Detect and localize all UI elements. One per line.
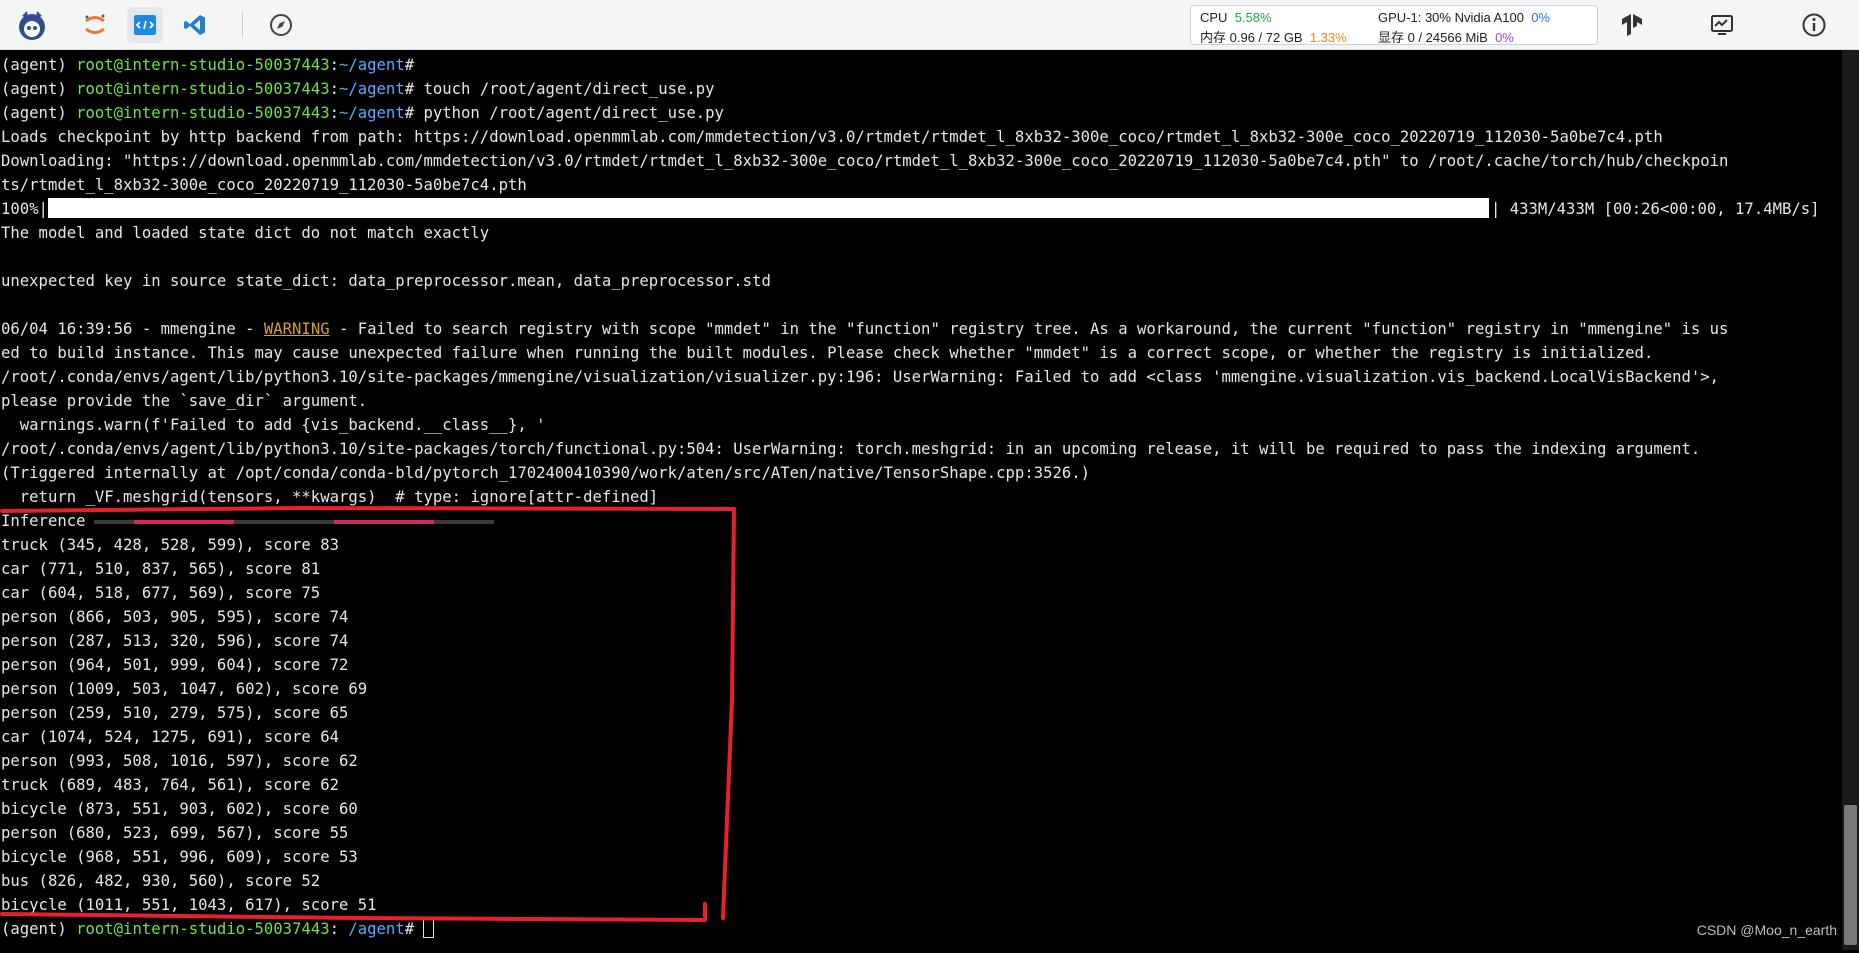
- detection-row: person (680, 523, 699, 567), score 55: [1, 824, 349, 842]
- detection-row: car (771, 510, 837, 565), score 81: [1, 560, 321, 578]
- memory-usage: 内存 0.96 / 72 GB 1.33%: [1200, 30, 1347, 45]
- top-toolbar: CPU 5.58% 内存 0.96 / 72 GB 1.33% GPU-1: 3…: [0, 0, 1859, 50]
- toolbar-divider: [242, 12, 243, 38]
- warning-tag: WARNING: [263, 320, 330, 338]
- command-line: (agent) root@intern-studio-50037443:~/ag…: [1, 104, 724, 122]
- detection-row: person (866, 503, 905, 595), score 74: [1, 608, 349, 626]
- detection-row: person (1009, 503, 1047, 602), score 69: [1, 680, 368, 698]
- jupyter-icon[interactable]: [77, 7, 113, 43]
- info-icon[interactable]: [1796, 7, 1832, 43]
- prompt-line: (agent) root@intern-studio-50037443: /ag…: [0, 917, 1842, 941]
- detection-row: bicycle (1011, 551, 1043, 617), score 51: [1, 896, 377, 914]
- detection-row: truck (345, 428, 528, 599), score 83: [1, 536, 339, 554]
- terminal-icon[interactable]: [127, 7, 163, 43]
- output-line: (Triggered internally at /opt/conda/cond…: [1, 464, 1091, 482]
- detection-row: person (259, 510, 279, 575), score 65: [1, 704, 349, 722]
- output-line: return _VF.meshgrid(tensors, **kwargs) #…: [1, 488, 659, 506]
- command-line: (agent) root@intern-studio-50037443:~/ag…: [1, 80, 715, 98]
- output-line: ed to build instance. This may cause une…: [1, 344, 1654, 362]
- output-line: please provide the `save_dir` argument.: [1, 392, 368, 410]
- output-line: ts/rtmdet_l_8xb32-300e_coco_20220719_112…: [1, 176, 527, 194]
- detection-row: truck (689, 483, 764, 561), score 62: [1, 776, 339, 794]
- detection-row: person (993, 508, 1016, 597), score 62: [1, 752, 358, 770]
- download-progress: 100%| | 433M/433M [00:26<00:00, 17.4MB/s]: [1, 198, 1820, 218]
- tensorflow-icon[interactable]: [1614, 7, 1650, 43]
- vram-usage: 显存 0 / 24566 MiB 0%: [1378, 30, 1514, 45]
- detection-row: car (604, 518, 677, 569), score 75: [1, 584, 321, 602]
- launcher-icon[interactable]: [14, 7, 50, 43]
- detection-row: car (1074, 524, 1275, 691), score 64: [1, 728, 339, 746]
- terminal-output[interactable]: (agent) root@intern-studio-50037443:~/ag…: [0, 50, 1842, 953]
- output-line: Downloading: "https://download.openmmlab…: [1, 152, 1729, 170]
- detection-row: bus (826, 482, 930, 560), score 52: [1, 872, 321, 890]
- resource-monitor: CPU 5.58% 内存 0.96 / 72 GB 1.33% GPU-1: 3…: [1190, 5, 1598, 45]
- inference-bar: [93, 520, 494, 524]
- output-line: Loads checkpoint by http backend from pa…: [1, 128, 1663, 146]
- output-line: unexpected key in source state_dict: dat…: [1, 272, 771, 290]
- detection-row: bicycle (968, 551, 996, 609), score 53: [1, 848, 358, 866]
- scrollbar-thumb[interactable]: [1844, 805, 1857, 945]
- gpu-usage: GPU-1: 30% Nvidia A100 0%: [1378, 10, 1550, 25]
- detection-row: person (964, 501, 999, 604), score 72: [1, 656, 349, 674]
- detection-row: bicycle (873, 551, 903, 602), score 60: [1, 800, 358, 818]
- vscode-icon[interactable]: [177, 7, 213, 43]
- detection-list: truck (345, 428, 528, 599), score 83 car …: [0, 533, 1842, 917]
- terminal-cursor: [423, 918, 435, 938]
- output-line: /root/.conda/envs/agent/lib/python3.10/s…: [1, 368, 1720, 386]
- progress-bar: [47, 198, 1489, 218]
- compass-icon[interactable]: [263, 7, 299, 43]
- monitor-chart-icon[interactable]: [1704, 7, 1740, 43]
- output-line: The model and loaded state dict do not m…: [1, 224, 490, 242]
- prompt-line: (agent) root@intern-studio-50037443:~/ag…: [1, 56, 424, 74]
- output-line: /root/.conda/envs/agent/lib/python3.10/s…: [1, 440, 1701, 458]
- output-line: warnings.warn(f'Failed to add {vis_backe…: [1, 416, 546, 434]
- detection-row: person (287, 513, 320, 596), score 74: [1, 632, 349, 650]
- inference-progress: Inference: [0, 509, 1842, 533]
- warning-line: 06/04 16:39:56 - mmengine - WARNING - Fa…: [1, 320, 1729, 338]
- cpu-usage: CPU 5.58%: [1200, 10, 1272, 25]
- watermark: CSDN @Moo_n_earth: [1696, 922, 1837, 938]
